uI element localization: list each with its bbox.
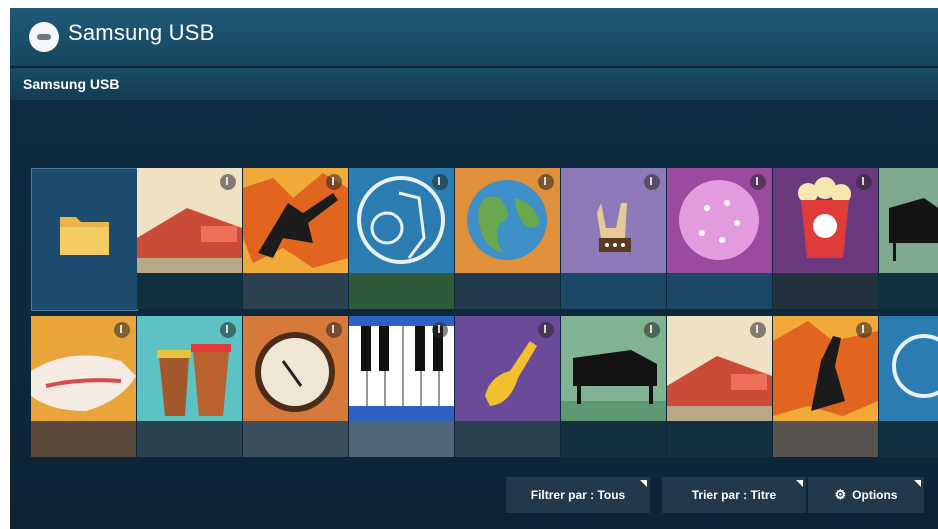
gear-icon: ⚙ bbox=[834, 487, 847, 502]
album-tile[interactable] bbox=[667, 316, 772, 421]
album-tile[interactable] bbox=[773, 316, 878, 421]
tile-caption bbox=[137, 273, 242, 309]
guitarist-icon bbox=[892, 334, 938, 398]
tile-caption bbox=[773, 421, 878, 457]
music-badge-icon bbox=[326, 174, 342, 190]
music-badge-icon bbox=[538, 322, 554, 338]
tile-caption bbox=[667, 421, 772, 457]
album-tile[interactable] bbox=[879, 168, 938, 273]
music-badge-icon bbox=[220, 322, 236, 338]
music-badge-icon bbox=[432, 174, 448, 190]
album-tile[interactable] bbox=[667, 168, 772, 273]
album-tile[interactable] bbox=[137, 168, 242, 273]
album-tile[interactable] bbox=[455, 316, 560, 421]
tile-caption bbox=[561, 273, 666, 309]
tv-screen: Samsung USB Samsung USB Filtrer par: To… bbox=[10, 8, 938, 529]
title-bar: Samsung USB bbox=[10, 8, 938, 68]
tile-caption bbox=[243, 421, 348, 457]
music-badge-icon bbox=[326, 322, 342, 338]
filter-button[interactable]: Filtrer par : Tous bbox=[506, 477, 650, 513]
album-tile[interactable] bbox=[137, 316, 242, 421]
tile-caption bbox=[455, 421, 560, 457]
music-badge-icon bbox=[856, 174, 872, 190]
sort-button[interactable]: Trier par : Titre bbox=[662, 477, 806, 513]
music-badge-icon bbox=[750, 322, 766, 338]
music-badge-icon bbox=[856, 322, 872, 338]
album-tile[interactable] bbox=[455, 168, 560, 273]
dropdown-corner-icon bbox=[640, 480, 647, 487]
music-badge-icon bbox=[750, 174, 766, 190]
piano-icon bbox=[889, 198, 938, 261]
album-tile[interactable] bbox=[243, 316, 348, 421]
app-title: Samsung USB bbox=[68, 20, 215, 45]
tile-caption bbox=[667, 273, 772, 309]
tile-caption bbox=[773, 273, 878, 309]
tile-caption bbox=[137, 421, 242, 457]
dropdown-corner-icon bbox=[796, 480, 803, 487]
album-tile[interactable] bbox=[879, 316, 938, 421]
breadcrumb: Samsung USB bbox=[10, 68, 938, 100]
options-label: Options bbox=[852, 488, 898, 502]
tile-caption bbox=[879, 273, 938, 309]
music-badge-icon bbox=[220, 174, 236, 190]
usb-drive-icon bbox=[29, 22, 59, 52]
tile-caption bbox=[349, 421, 454, 457]
tile-caption bbox=[879, 421, 938, 457]
filter-label: Filtrer par : Tous bbox=[530, 488, 626, 502]
tile-caption bbox=[31, 421, 136, 457]
tile-caption bbox=[349, 273, 454, 309]
music-badge-icon bbox=[432, 322, 448, 338]
dropdown-corner-icon bbox=[914, 480, 921, 487]
tile-caption bbox=[455, 273, 560, 309]
album-tile[interactable] bbox=[349, 168, 454, 273]
album-tile[interactable] bbox=[31, 316, 136, 421]
folder-tile[interactable] bbox=[31, 168, 138, 311]
content-area bbox=[10, 102, 938, 529]
sort-label: Trier par : Titre bbox=[691, 488, 777, 502]
breadcrumb-label: Samsung USB bbox=[23, 76, 120, 92]
album-tile[interactable] bbox=[561, 168, 666, 273]
music-badge-icon bbox=[644, 174, 660, 190]
folder-icon bbox=[60, 217, 109, 255]
tile-caption bbox=[561, 421, 666, 457]
music-badge-icon bbox=[644, 322, 660, 338]
album-tile[interactable] bbox=[349, 316, 454, 421]
album-tile[interactable] bbox=[773, 168, 878, 273]
tile-caption bbox=[243, 273, 348, 309]
music-badge-icon bbox=[114, 322, 130, 338]
album-tile[interactable] bbox=[243, 168, 348, 273]
music-badge-icon bbox=[538, 174, 554, 190]
album-tile[interactable] bbox=[561, 316, 666, 421]
options-button[interactable]: ⚙ Options bbox=[808, 477, 924, 513]
